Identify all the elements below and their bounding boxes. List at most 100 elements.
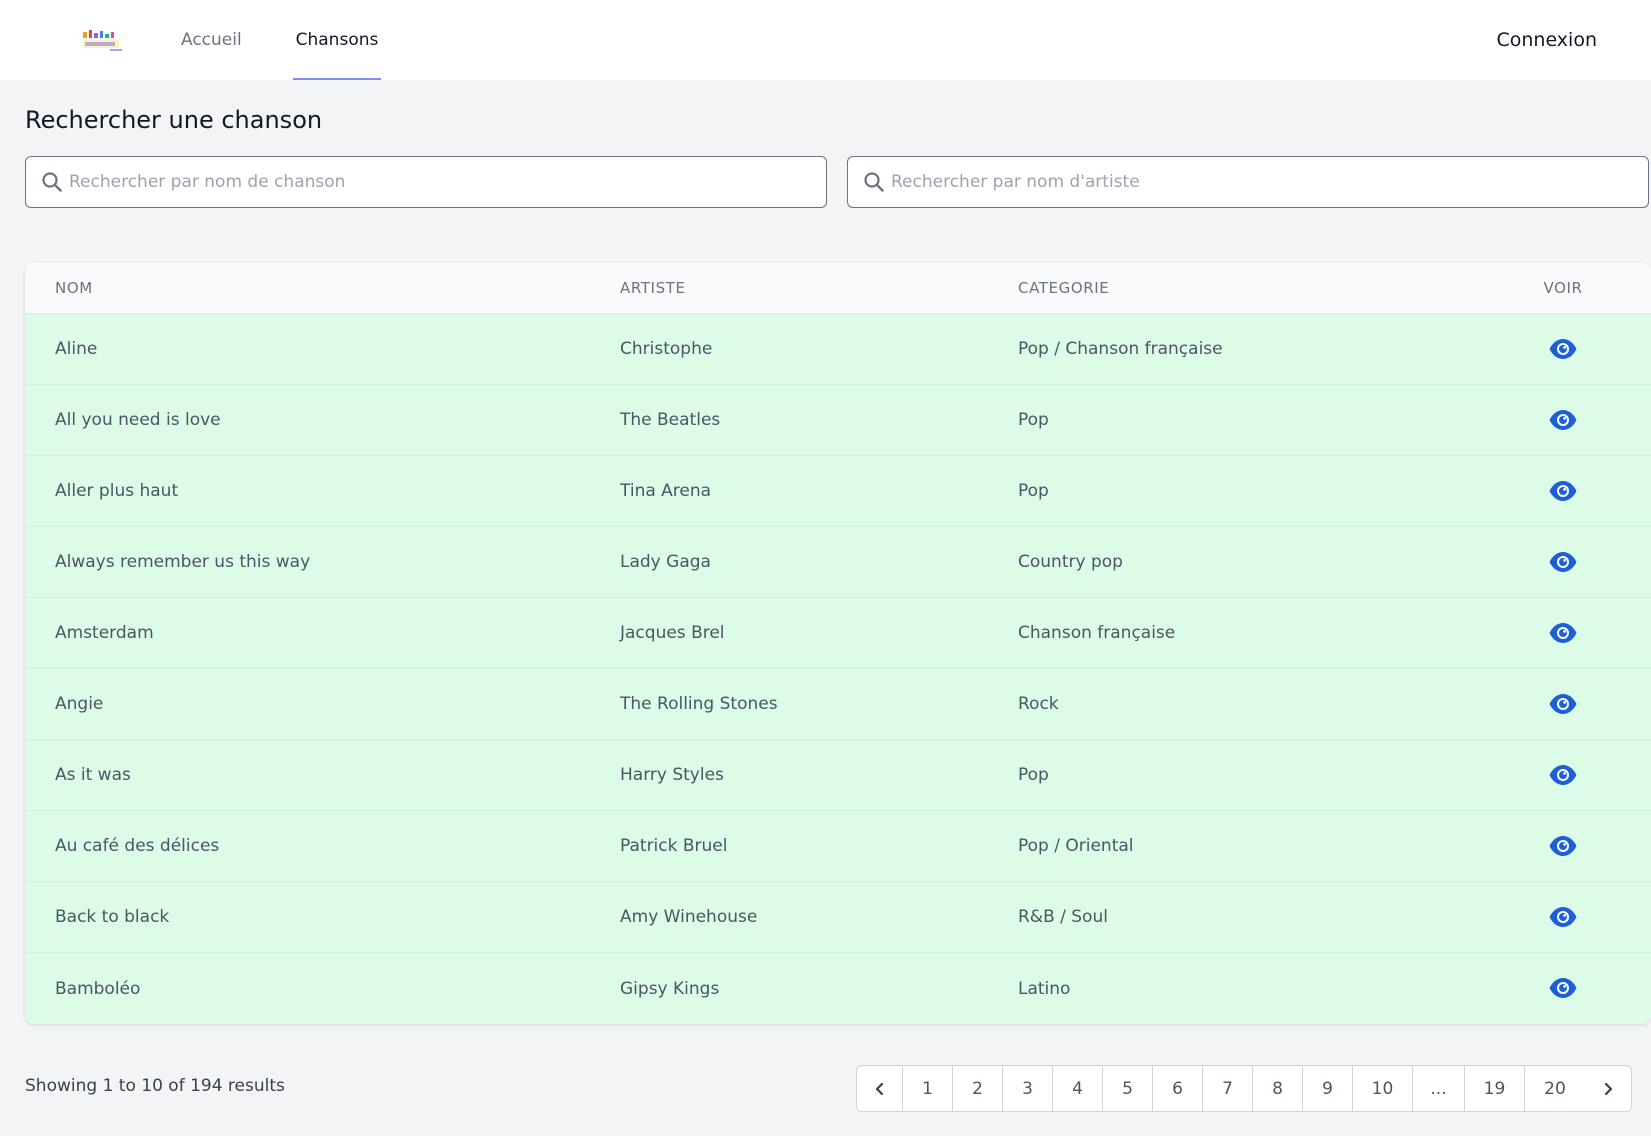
column-header-voir: VOIR (1543, 279, 1583, 297)
pagination-page-10[interactable]: 10 (1353, 1066, 1413, 1111)
category-name: R&B / Soul (1018, 907, 1108, 927)
pagination-page-8[interactable]: 8 (1253, 1066, 1303, 1111)
table-row: All you need is love The Beatles Pop (25, 385, 1651, 456)
results-summary: Showing 1 to 10 of 194 results (25, 1076, 285, 1096)
logo-icon (83, 30, 122, 51)
eye-icon (1549, 339, 1577, 359)
nav-link-chansons[interactable]: Chansons (293, 0, 381, 80)
category-name: Pop / Chanson française (1018, 339, 1223, 359)
nav-active-indicator (293, 78, 381, 80)
eye-icon (1549, 410, 1577, 430)
song-search-box (25, 156, 827, 208)
login-link[interactable]: Connexion (1496, 0, 1597, 80)
category-name: Latino (1018, 978, 1071, 999)
pagination-page-2[interactable]: 2 (953, 1066, 1003, 1111)
pagination: 1 2 3 4 5 6 7 8 9 10... 19 20 (856, 1065, 1632, 1112)
table-body: Aline Christophe Pop / Chanson française Al… (25, 314, 1651, 1024)
song-name: Amsterdam (55, 623, 154, 643)
table-row: Bamboléo Gipsy Kings Latino (25, 953, 1651, 1024)
category-name: Country pop (1018, 552, 1123, 572)
category-name: Pop (1018, 765, 1049, 785)
search-icon (864, 172, 884, 192)
view-song-button[interactable] (1548, 975, 1578, 1001)
pagination-page-5[interactable]: 5 (1103, 1066, 1153, 1111)
song-name: As it was (55, 765, 131, 785)
artist-name: Christophe (620, 339, 713, 359)
eye-icon (1549, 836, 1577, 856)
view-song-button[interactable] (1548, 336, 1578, 362)
eye-icon (1549, 765, 1577, 785)
pagination-page-9[interactable]: 9 (1303, 1066, 1353, 1111)
view-song-button[interactable] (1548, 833, 1578, 859)
table-row: Back to black Amy Winehouse R&B / Soul (25, 882, 1651, 953)
song-name: All you need is love (55, 410, 221, 430)
pagination-next-button[interactable] (1585, 1066, 1631, 1111)
eye-icon (1549, 481, 1577, 501)
artist-name: The Rolling Stones (620, 694, 778, 714)
song-name: Aller plus haut (55, 481, 179, 501)
pagination-page-1[interactable]: 1 (903, 1066, 953, 1111)
pagination-page-20[interactable]: 20 (1525, 1066, 1585, 1111)
page-title: Rechercher une chanson (25, 106, 323, 134)
artist-name: Lady Gaga (620, 552, 711, 572)
chevron-left-icon (875, 1082, 883, 1095)
category-name: Chanson française (1018, 623, 1176, 643)
table-row: Aller plus haut Tina Arena Pop (25, 456, 1651, 527)
column-header-artiste: ARTISTE (620, 279, 686, 297)
pagination-pages: 1 2 3 4 5 6 7 8 9 10... 19 20 (903, 1066, 1585, 1111)
table-header: NOM ARTISTE CATEGORIE VOIR (25, 263, 1651, 314)
artist-name: Jacques Brel (620, 623, 725, 643)
songs-table: NOM ARTISTE CATEGORIE VOIR Aline Christop… (25, 263, 1651, 1024)
artist-search-box (847, 156, 1649, 208)
pagination-page-3[interactable]: 3 (1003, 1066, 1053, 1111)
pagination-page-4[interactable]: 4 (1053, 1066, 1103, 1111)
column-header-categorie: CATEGORIE (1018, 279, 1110, 297)
song-name: Bamboléo (55, 978, 141, 999)
artist-name: Patrick Bruel (620, 836, 728, 856)
song-name: Always remember us this way (55, 552, 311, 572)
artist-name: The Beatles (620, 410, 721, 430)
table-row: Aline Christophe Pop / Chanson française (25, 314, 1651, 385)
nav-link-accueil[interactable]: Accueil (181, 0, 242, 80)
category-name: Pop (1018, 410, 1049, 430)
category-name: Rock (1018, 694, 1059, 714)
search-icon (42, 172, 62, 192)
song-name: Au café des délices (55, 836, 220, 856)
logo[interactable] (80, 28, 124, 54)
eye-icon (1549, 623, 1577, 643)
song-name: Angie (55, 694, 104, 714)
song-name: Back to black (55, 907, 170, 927)
view-song-button[interactable] (1548, 904, 1578, 930)
artist-name: Gipsy Kings (620, 978, 720, 999)
artist-name: Harry Styles (620, 765, 724, 785)
category-name: Pop (1018, 481, 1049, 501)
pagination-page-6[interactable]: 6 (1153, 1066, 1203, 1111)
view-song-button[interactable] (1548, 762, 1578, 788)
view-song-button[interactable] (1548, 478, 1578, 504)
eye-icon (1549, 552, 1577, 572)
song-name: Aline (55, 339, 98, 359)
chevron-right-icon (1604, 1082, 1613, 1095)
artist-search-input[interactable] (891, 157, 1648, 207)
table-row: Au café des délices Patrick Bruel Pop / Or… (25, 811, 1651, 882)
category-name: Pop / Oriental (1018, 836, 1134, 856)
view-song-button[interactable] (1548, 620, 1578, 646)
song-search-input[interactable] (69, 157, 826, 207)
pagination-ellipsis: ... (1413, 1066, 1465, 1111)
view-song-button[interactable] (1548, 407, 1578, 433)
eye-icon (1549, 694, 1577, 714)
top-navbar: Accueil Chansons Connexion (0, 0, 1651, 80)
table-row: Always remember us this way Lady Gaga Coun… (25, 527, 1651, 598)
table-row: As it was Harry Styles Pop (25, 740, 1651, 811)
view-song-button[interactable] (1548, 691, 1578, 717)
table-row: Amsterdam Jacques Brel Chanson française (25, 598, 1651, 669)
pagination-page-7[interactable]: 7 (1203, 1066, 1253, 1111)
view-song-button[interactable] (1548, 549, 1578, 575)
column-header-nom: NOM (55, 279, 93, 297)
eye-icon (1549, 978, 1577, 998)
pagination-prev-button[interactable] (857, 1066, 903, 1111)
artist-name: Amy Winehouse (620, 907, 758, 927)
table-row: Angie The Rolling Stones Rock (25, 669, 1651, 740)
pagination-page-19[interactable]: 19 (1465, 1066, 1525, 1111)
artist-name: Tina Arena (620, 481, 712, 501)
